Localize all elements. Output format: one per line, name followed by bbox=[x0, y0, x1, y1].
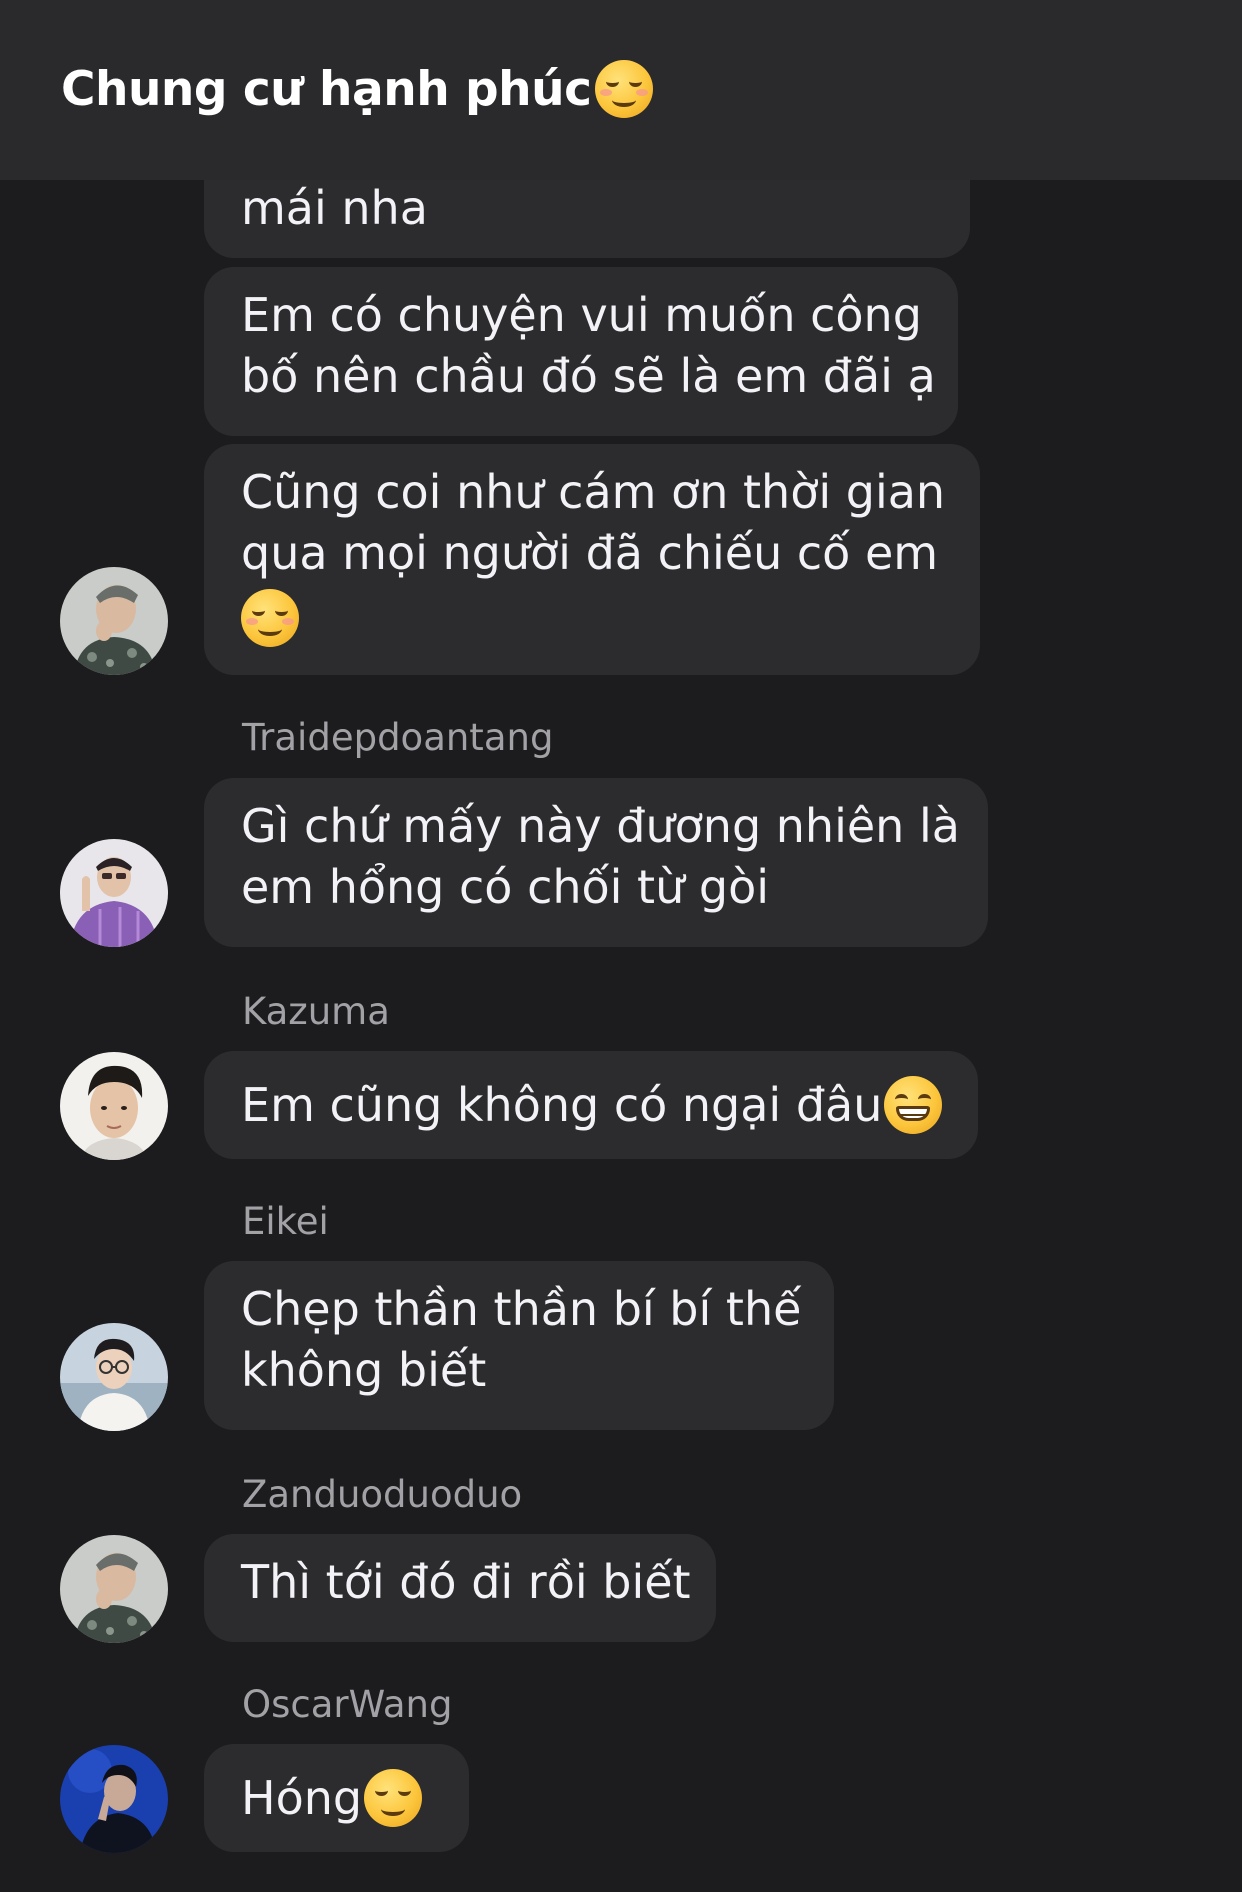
message-text: qua mọi người đã chiếu cố em bbox=[241, 526, 939, 580]
sender-name: Kazuma bbox=[242, 990, 390, 1033]
message-bubble[interactable]: Hóng bbox=[204, 1744, 469, 1852]
relieved-face-icon bbox=[364, 1769, 423, 1827]
message-bubble[interactable]: Em có chuyện vui muốn công bố nên chầu đ… bbox=[204, 267, 958, 436]
message-bubble[interactable]: Gì chứ mấy này đương nhiên là em hổng có… bbox=[204, 778, 988, 947]
message-bubble[interactable]: Em cũng không có ngại đâu bbox=[204, 1051, 978, 1159]
avatar-patterned-shirt-icon bbox=[60, 567, 168, 675]
message-text: Em cũng không có ngại đâu bbox=[241, 1077, 883, 1132]
avatar[interactable] bbox=[60, 1535, 168, 1643]
message-text: Em có chuyện vui muốn công bbox=[241, 288, 922, 342]
avatar[interactable] bbox=[60, 1052, 168, 1160]
smiling-face-icon bbox=[595, 60, 654, 118]
chat-header: Chung cư hạnh phúc bbox=[0, 0, 1242, 180]
avatar[interactable] bbox=[60, 567, 168, 675]
sender-name: OscarWang bbox=[242, 1683, 453, 1726]
avatar[interactable] bbox=[60, 1745, 168, 1853]
smiling-face-icon bbox=[241, 588, 299, 647]
message-text: Gì chứ mấy này đương nhiên là bbox=[241, 799, 960, 853]
message-text: bố nên chầu đó sẽ là em đãi ạ bbox=[241, 349, 936, 403]
avatar-blue-background-icon bbox=[60, 1745, 168, 1853]
grinning-face-icon bbox=[884, 1076, 943, 1134]
sender-name: Traidepdoantang bbox=[242, 716, 554, 759]
message-bubble[interactable]: Chẹp thần thần bí bí thế không biết bbox=[204, 1261, 834, 1430]
chat-title[interactable]: Chung cư hạnh phúc bbox=[61, 60, 654, 118]
avatar[interactable] bbox=[60, 839, 168, 947]
message-bubble[interactable]: Thì tới đó đi rồi biết bbox=[204, 1534, 716, 1642]
sender-name: Zanduoduoduo bbox=[242, 1473, 523, 1516]
message-text: Thì tới đó đi rồi biết bbox=[241, 1555, 691, 1609]
message-bubble[interactable]: Cũng coi như cám ơn thời gian qua mọi ng… bbox=[204, 444, 980, 675]
avatar-glasses-icon bbox=[60, 1323, 168, 1431]
chat-area: mái nha Em có chuyện vui muốn công bố nê… bbox=[0, 0, 1242, 1892]
avatar[interactable] bbox=[60, 1323, 168, 1431]
message-text: Chẹp thần thần bí bí thế bbox=[241, 1282, 802, 1336]
avatar-purple-shirt-icon bbox=[60, 839, 168, 947]
message-text: mái nha bbox=[241, 181, 428, 235]
avatar-white-background-icon bbox=[60, 1052, 168, 1160]
sender-name: Eikei bbox=[242, 1200, 329, 1243]
avatar-patterned-shirt-icon bbox=[60, 1535, 168, 1643]
chat-title-text: Chung cư hạnh phúc bbox=[61, 61, 592, 117]
message-text: Cũng coi như cám ơn thời gian bbox=[241, 465, 946, 519]
message-text: không biết bbox=[241, 1343, 487, 1397]
message-text: Hóng bbox=[241, 1770, 363, 1825]
message-text: em hổng có chối từ gòi bbox=[241, 860, 769, 914]
